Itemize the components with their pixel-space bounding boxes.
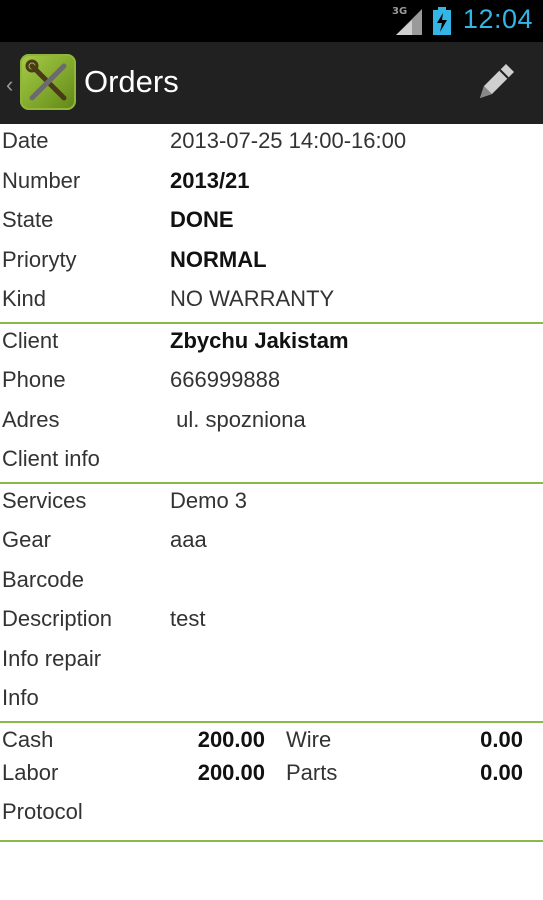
detail-label: Phone bbox=[2, 367, 66, 392]
detail-label: Services bbox=[2, 487, 87, 513]
detail-value: ul. spozniona bbox=[170, 406, 306, 432]
detail-row-address: Adres ul. spozniona bbox=[0, 403, 543, 443]
detail-row-info-repair: Info repair bbox=[0, 642, 543, 682]
detail-row-protocol: Protocol bbox=[0, 791, 543, 840]
detail-row-services: Services Demo 3 bbox=[0, 484, 543, 524]
order-details: Date 2013-07-25 14:00-16:00 Number 2013/… bbox=[0, 124, 543, 842]
wire-value: 0.00 bbox=[480, 726, 523, 752]
order-section-client: Client Zbychu Jakistam Phone 666999888 A… bbox=[0, 324, 543, 484]
detail-label: Client bbox=[2, 327, 59, 353]
detail-value[interactable]: 666999888 bbox=[170, 367, 280, 393]
battery-charging-icon bbox=[433, 7, 451, 35]
detail-row-number: Number 2013/21 bbox=[0, 164, 543, 204]
detail-label: Kind bbox=[2, 286, 47, 311]
cash-label: Cash bbox=[2, 726, 54, 752]
wrench-screwdriver-icon[interactable] bbox=[20, 54, 76, 110]
detail-value: DONE bbox=[170, 207, 234, 232]
cash-value: 200.00 bbox=[197, 726, 265, 752]
order-section-general: Date 2013-07-25 14:00-16:00 Number 2013/… bbox=[0, 124, 543, 324]
chevron-left-icon[interactable]: ‹ bbox=[6, 72, 13, 98]
detail-row-priority: Prioryty NORMAL bbox=[0, 243, 543, 283]
detail-label: State bbox=[2, 207, 54, 232]
parts-value: 0.00 bbox=[480, 759, 523, 785]
order-section-service: Services Demo 3 Gear aaa Barcode Descrip… bbox=[0, 484, 543, 723]
labor-label: Labor bbox=[2, 759, 59, 785]
detail-label: Number bbox=[2, 167, 81, 193]
detail-row-barcode: Barcode bbox=[0, 563, 543, 603]
parts-label: Parts bbox=[286, 759, 338, 785]
detail-label: Date bbox=[2, 128, 49, 153]
status-bar: 3G 12:04 bbox=[0, 0, 543, 42]
detail-value: Zbychu Jakistam bbox=[170, 327, 349, 353]
detail-row-gear: Gear aaa bbox=[0, 523, 543, 563]
protocol-label: Protocol bbox=[2, 798, 83, 824]
detail-label: Client info bbox=[2, 446, 100, 471]
payment-row-labor-parts: Labor 200.00 Parts 0.00 bbox=[0, 758, 543, 791]
action-bar: ‹ Orders bbox=[0, 42, 543, 124]
detail-row-client: Client Zbychu Jakistam bbox=[0, 324, 543, 364]
order-section-payment: Cash 200.00 Wire 0.00 Labor 200.00 Parts… bbox=[0, 723, 543, 842]
detail-value: test bbox=[170, 606, 206, 631]
detail-label: Prioryty bbox=[2, 246, 77, 272]
detail-label: Adres bbox=[2, 406, 60, 432]
payment-row-cash-wire: Cash 200.00 Wire 0.00 bbox=[0, 725, 543, 758]
detail-row-date: Date 2013-07-25 14:00-16:00 bbox=[0, 124, 543, 164]
labor-value: 200.00 bbox=[197, 759, 265, 785]
detail-label: Info repair bbox=[2, 645, 102, 671]
detail-row-phone[interactable]: Phone 666999888 bbox=[0, 363, 543, 403]
detail-row-description: Description test bbox=[0, 602, 543, 642]
detail-label: Info bbox=[2, 685, 39, 710]
status-time: 12:04 bbox=[462, 4, 533, 34]
detail-value: Demo 3 bbox=[170, 487, 248, 513]
page-title: Orders bbox=[84, 64, 179, 99]
detail-value: NO WARRANTY bbox=[170, 286, 335, 311]
detail-value: 2013/21 bbox=[170, 167, 250, 193]
detail-value: NORMAL bbox=[170, 246, 267, 272]
detail-row-info: Info bbox=[0, 681, 543, 721]
detail-label: Barcode bbox=[2, 566, 84, 592]
detail-row-kind: Kind NO WARRANTY bbox=[0, 282, 543, 322]
detail-row-client-info: Client info bbox=[0, 442, 543, 482]
detail-value: aaa bbox=[170, 527, 207, 552]
signal-icon bbox=[396, 9, 422, 35]
pencil-icon[interactable] bbox=[470, 58, 520, 108]
detail-label: Description bbox=[2, 606, 113, 631]
detail-label: Gear bbox=[2, 527, 51, 552]
detail-row-state: State DONE bbox=[0, 203, 543, 243]
detail-value: 2013-07-25 14:00-16:00 bbox=[170, 128, 407, 153]
wire-label: Wire bbox=[286, 726, 332, 752]
